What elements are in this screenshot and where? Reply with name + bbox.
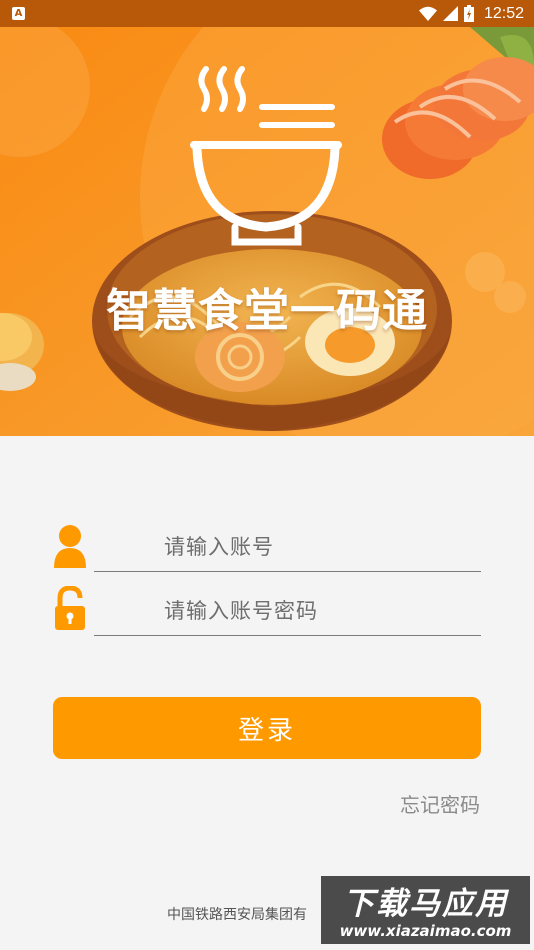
notification-icon: A — [12, 7, 25, 20]
login-form: 登录 忘记密码 中国铁路西安局集团有 — [0, 436, 534, 950]
password-input[interactable] — [94, 586, 481, 636]
status-bar: A 12:52 — [0, 0, 534, 27]
login-button[interactable]: 登录 — [53, 697, 481, 759]
watermark-url: www.xiazaimao.com — [339, 922, 512, 940]
app-title: 智慧食堂一码通 — [105, 284, 428, 337]
battery-icon — [463, 5, 474, 22]
header-banner: 智慧食堂一码通 — [0, 27, 534, 436]
account-field — [52, 522, 482, 582]
wifi-icon — [418, 6, 437, 21]
lock-icon — [55, 586, 85, 630]
status-time: 12:52 — [483, 4, 524, 22]
watermark-title: 下载马应用 — [343, 886, 508, 922]
company-footer: 中国铁路西安局集团有 — [167, 907, 307, 923]
header-illustration — [0, 27, 534, 436]
account-input[interactable] — [94, 522, 481, 572]
forgot-password-link[interactable]: 忘记密码 — [400, 789, 480, 818]
watermark: 下载马应用 www.xiazaimao.com — [321, 876, 530, 944]
password-field — [52, 586, 482, 646]
signal-icon — [442, 6, 458, 21]
user-icon — [54, 525, 86, 568]
